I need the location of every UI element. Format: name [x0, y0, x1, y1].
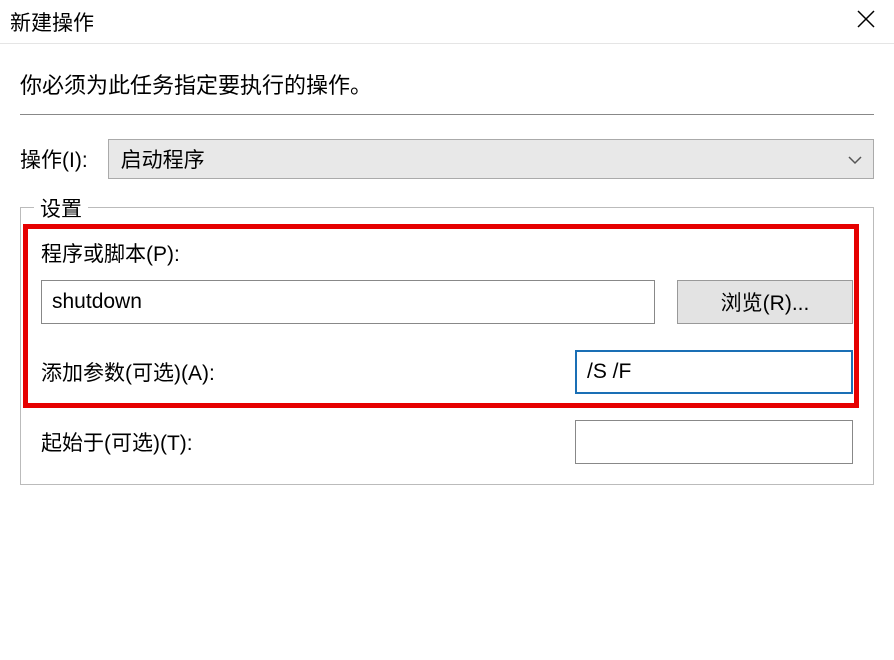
startin-label: 起始于(可选)(T):	[41, 427, 193, 457]
window-title: 新建操作	[10, 7, 94, 37]
arguments-input[interactable]	[575, 350, 853, 394]
settings-body: 程序或脚本(P): 浏览(R)... 添加参数(可选)(A): 起始于(可选)(…	[20, 207, 874, 485]
program-input[interactable]	[41, 280, 655, 324]
startin-input[interactable]	[575, 420, 853, 464]
dialog-content: 你必须为此任务指定要执行的操作。 操作(I): 启动程序 设置 程序或脚本(P)…	[0, 44, 894, 505]
action-row: 操作(I): 启动程序	[20, 139, 874, 179]
settings-legend: 设置	[34, 193, 88, 223]
action-selected-value: 启动程序	[121, 144, 205, 174]
program-row: 浏览(R)...	[41, 280, 853, 324]
arguments-label: 添加参数(可选)(A):	[41, 357, 215, 387]
browse-button[interactable]: 浏览(R)...	[677, 280, 853, 324]
startin-row: 起始于(可选)(T):	[41, 420, 853, 464]
arguments-row: 添加参数(可选)(A):	[41, 350, 853, 394]
separator	[20, 114, 874, 115]
action-label: 操作(I):	[20, 144, 88, 174]
settings-fieldset: 设置 程序或脚本(P): 浏览(R)... 添加参数(可选)(A): 起始于(可…	[20, 207, 874, 485]
instruction-text: 你必须为此任务指定要执行的操作。	[20, 68, 874, 100]
close-icon[interactable]	[848, 9, 884, 34]
titlebar: 新建操作	[0, 0, 894, 44]
browse-button-label: 浏览(R)...	[721, 287, 810, 317]
action-select[interactable]: 启动程序	[108, 139, 874, 179]
program-label: 程序或脚本(P):	[41, 238, 853, 268]
chevron-down-icon	[847, 147, 863, 171]
